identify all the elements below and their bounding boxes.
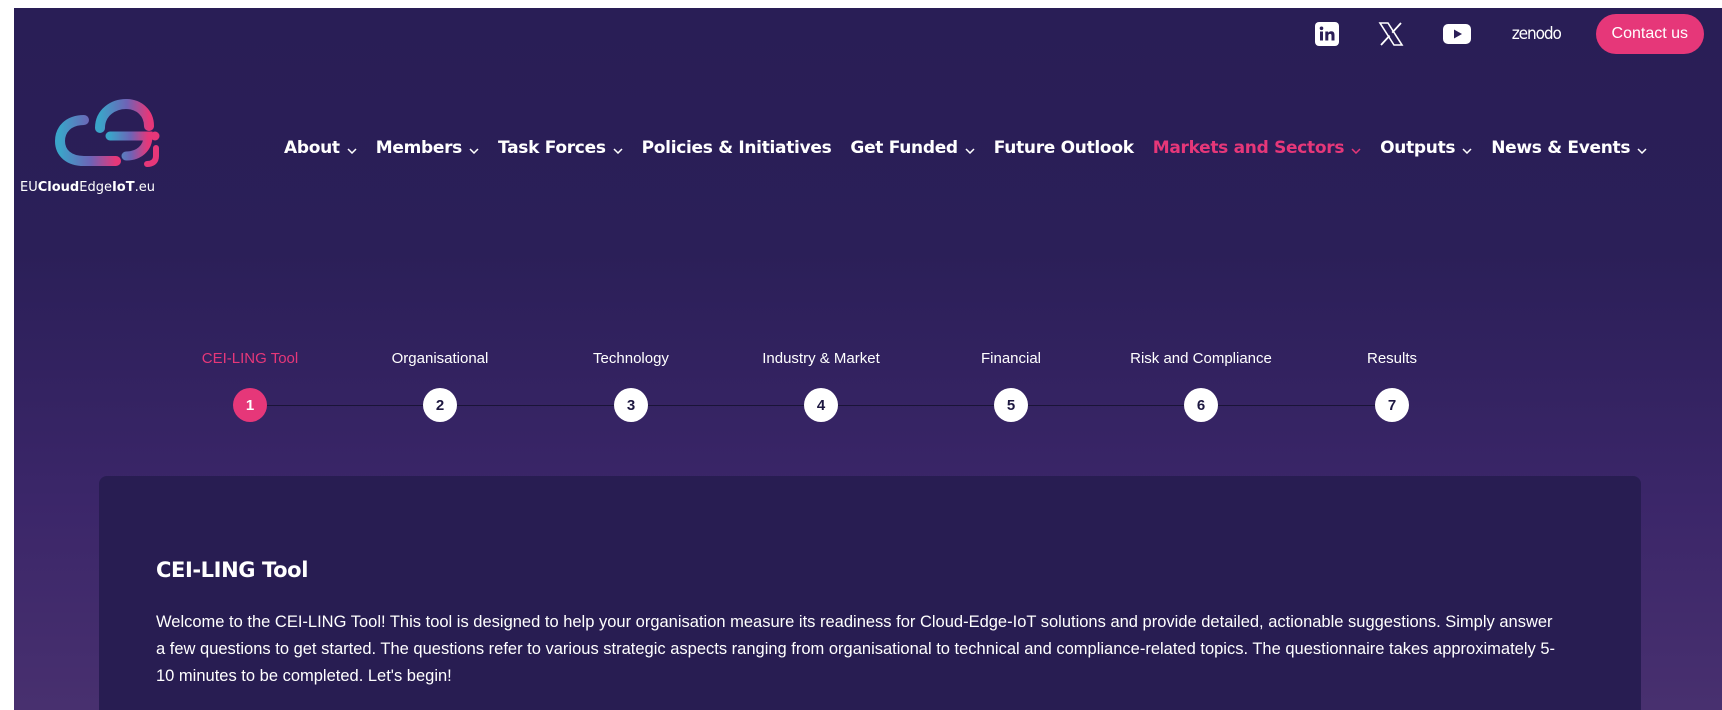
chevron-down-icon <box>1351 139 1361 159</box>
nav-item-news-events[interactable]: News & Events <box>1491 137 1647 159</box>
step-label: Financial <box>980 350 1042 367</box>
zenodo-link[interactable]: zenodo <box>1512 24 1562 44</box>
step-organisational[interactable]: Organisational 2 <box>340 348 540 422</box>
linkedin-icon[interactable] <box>1314 22 1339 46</box>
x-icon[interactable] <box>1377 20 1405 48</box>
step-label: Technology <box>593 350 669 367</box>
step-label: Industry & Market <box>762 350 880 367</box>
nav-item-future-outlook[interactable]: Future Outlook <box>994 138 1134 158</box>
step-results[interactable]: Results 7 <box>1292 348 1492 422</box>
step-label: CEI-LING Tool <box>201 350 299 367</box>
step-label: Results <box>1366 350 1418 367</box>
step-number: 7 <box>1375 388 1409 422</box>
youtube-icon[interactable] <box>1442 24 1471 44</box>
step-number: 4 <box>804 388 838 422</box>
nav-item-policies-initiatives[interactable]: Policies & Initiatives <box>642 138 832 158</box>
utility-bar: zenodo Contact us <box>1314 14 1704 54</box>
step-cei-ling-tool[interactable]: CEI-LING Tool 1 <box>150 348 350 422</box>
logo-text: EUCloudEdgeIoT.eu <box>20 180 155 195</box>
nav-item-members[interactable]: Members <box>376 137 479 159</box>
step-financial[interactable]: Financial 5 <box>911 348 1111 422</box>
site-logo[interactable]: EUCloudEdgeIoT.eu <box>14 96 204 216</box>
step-number: 3 <box>614 388 648 422</box>
step-number: 2 <box>423 388 457 422</box>
step-risk-and-compliance[interactable]: Risk and Compliance 6 <box>1101 348 1301 422</box>
step-technology[interactable]: Technology 3 <box>531 348 731 422</box>
nav-item-about[interactable]: About <box>284 137 357 159</box>
chevron-down-icon <box>469 139 479 159</box>
step-number: 6 <box>1184 388 1218 422</box>
step-label: Organisational <box>391 350 489 367</box>
main-nav: About Members Task Forces Policies & Ini… <box>284 133 1647 163</box>
chevron-down-icon <box>1637 139 1647 159</box>
card-title: CEI-LING Tool <box>156 558 308 582</box>
nav-item-markets-and-sectors[interactable]: Markets and Sectors <box>1153 137 1361 159</box>
step-number: 5 <box>994 388 1028 422</box>
chevron-down-icon <box>1462 139 1472 159</box>
progress-stepper: CEI-LING Tool 1 Organisational 2 Technol… <box>14 348 1722 438</box>
step-label: Risk and Compliance <box>1130 350 1272 367</box>
chevron-down-icon <box>613 139 623 159</box>
page-frame: zenodo Contact us EUCloudEdgeIoT.eu Abou… <box>14 8 1722 710</box>
nav-item-task-forces[interactable]: Task Forces <box>498 137 623 159</box>
step-industry-market[interactable]: Industry & Market 4 <box>721 348 921 422</box>
nav-item-outputs[interactable]: Outputs <box>1380 137 1472 159</box>
cei-logo-mark-icon <box>54 98 160 167</box>
intro-card: CEI-LING Tool Welcome to the CEI-LING To… <box>99 476 1641 710</box>
contact-us-button[interactable]: Contact us <box>1595 14 1704 54</box>
nav-item-get-funded[interactable]: Get Funded <box>850 137 975 159</box>
card-body: Welcome to the CEI-LING Tool! This tool … <box>156 613 1555 685</box>
chevron-down-icon <box>347 139 357 159</box>
step-number: 1 <box>233 388 267 422</box>
chevron-down-icon <box>965 139 975 159</box>
